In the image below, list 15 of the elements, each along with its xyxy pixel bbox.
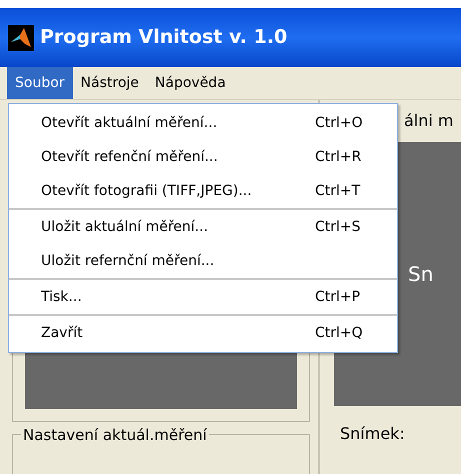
menu-item[interactable]: Soubor bbox=[7, 67, 73, 99]
menu-entry[interactable]: Uložit aktuální měření... Ctrl+S bbox=[9, 210, 397, 244]
menu-entry[interactable]: Zavřít Ctrl+Q bbox=[9, 316, 397, 350]
image-label: Sn bbox=[408, 261, 434, 288]
frame-label: Snímek: bbox=[340, 424, 405, 443]
menu-item[interactable]: Nástroje bbox=[72, 67, 147, 99]
app-logo-icon bbox=[8, 24, 34, 50]
menu-entry[interactable]: Uložit refernční měření... bbox=[9, 244, 397, 278]
menu-entry[interactable]: Otevřít aktuální měření... Ctrl+O bbox=[9, 106, 397, 140]
panel-heading: álni m bbox=[404, 110, 454, 132]
menu-entry[interactable]: Tisk... Ctrl+P bbox=[9, 280, 397, 314]
window-title: Program Vlnitost v. 1.0 bbox=[40, 25, 288, 50]
menu-entry[interactable]: Otevřít fotografii (TIFF,JPEG)... Ctrl+T bbox=[9, 174, 397, 208]
menu-entry[interactable]: Otevřít refenční měření... Ctrl+R bbox=[9, 140, 397, 174]
menu-item[interactable]: Nápověda bbox=[146, 67, 234, 99]
